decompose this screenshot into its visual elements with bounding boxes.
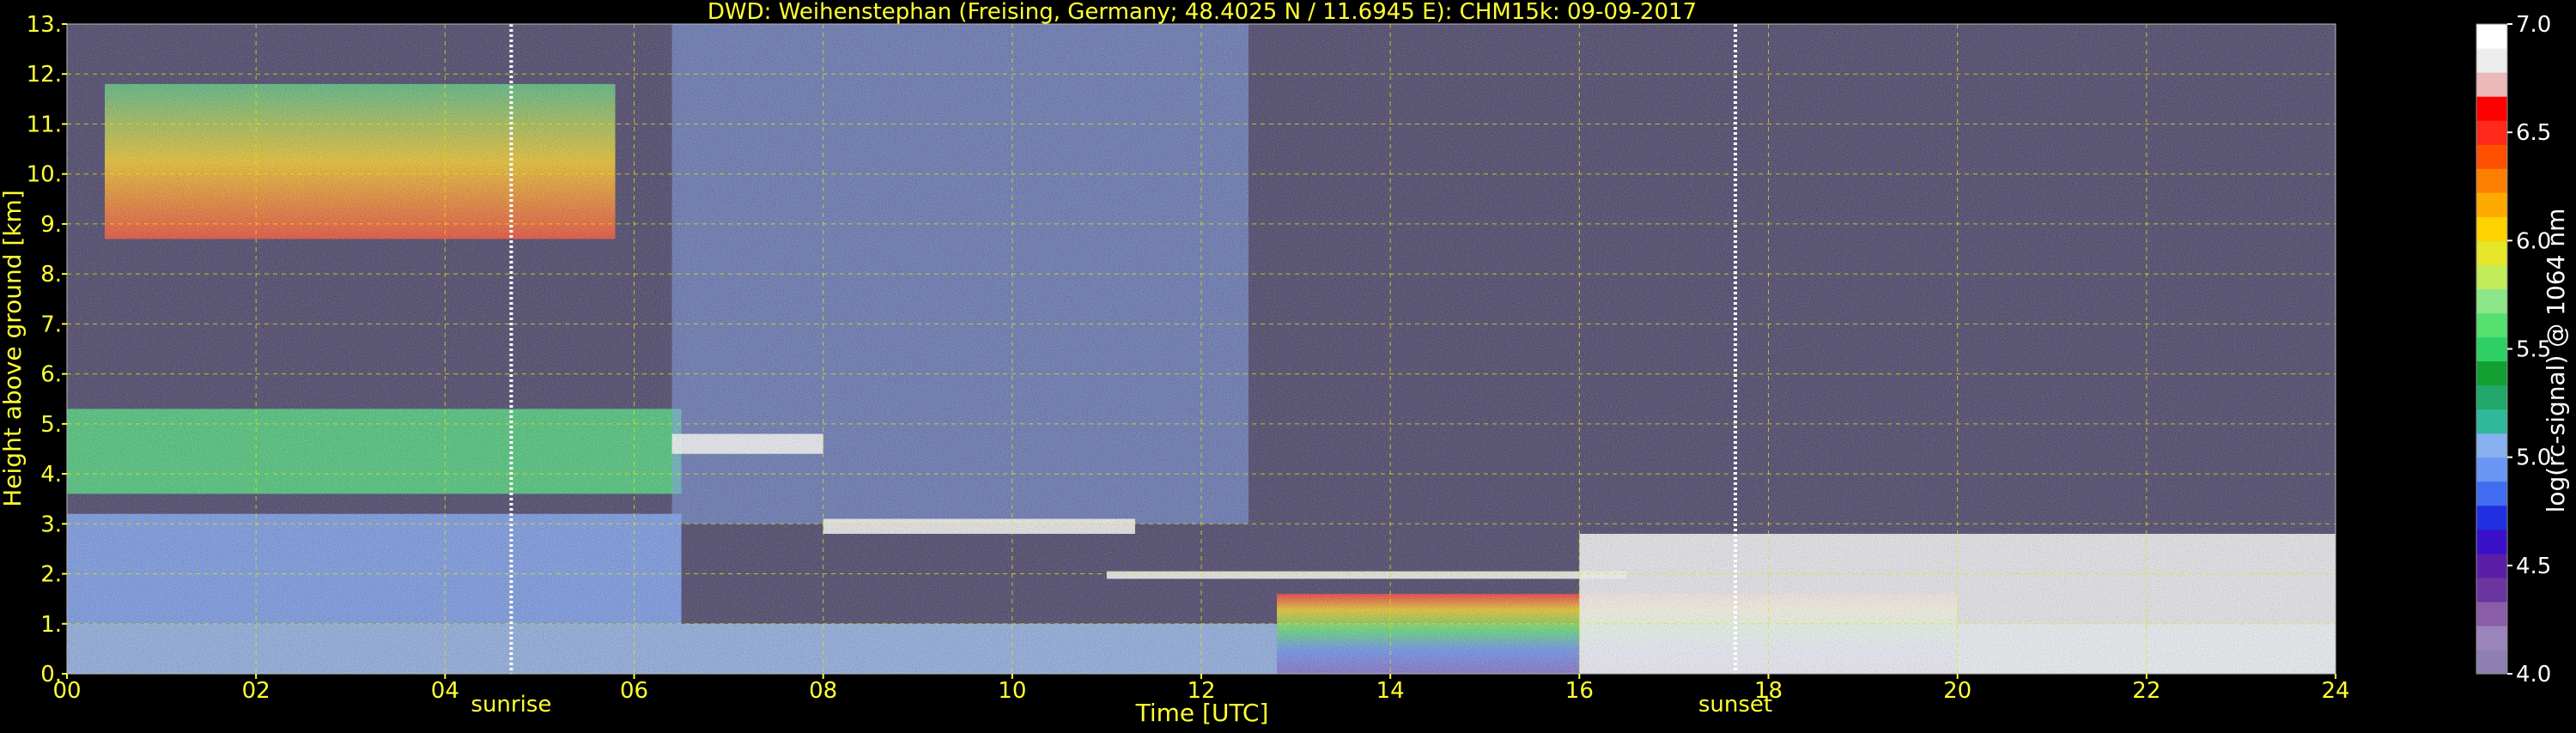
colorbar-swatch	[2476, 312, 2507, 338]
y-tick-label: 9.	[40, 212, 62, 238]
y-tick-label: 13.	[27, 12, 62, 38]
y-tick-label: 10.	[27, 162, 62, 188]
y-tick-label: 8.	[40, 262, 62, 288]
colorbar-swatch	[2476, 649, 2507, 675]
x-tick-label: 06	[620, 678, 648, 704]
ceilometer-chart: DWD: Weihenstephan (Freising, Germany; 4…	[0, 0, 2576, 730]
colorbar-swatch	[2476, 24, 2507, 49]
y-axis: 0. 1. 2. 3. 4. 5. 6. 7. 8. 9. 10. 11. 12. 13.	[27, 12, 67, 688]
chart-title: DWD: Weihenstephan (Freising, Germany; 4…	[708, 0, 1697, 25]
colorbar-swatch	[2476, 360, 2507, 386]
colorbar-tick-label: 7.0	[2516, 12, 2551, 38]
colorbar-label: log(rc-signal) @ 1064 nm	[2542, 209, 2570, 513]
y-axis-label: Height above ground [km]	[0, 190, 27, 507]
colorbar-swatch	[2476, 601, 2507, 627]
sunrise-label: sunrise	[471, 692, 551, 718]
colorbar-swatch	[2476, 577, 2507, 603]
colorbar-swatch	[2476, 72, 2507, 97]
colorbar-swatch	[2476, 529, 2507, 554]
colorbar-swatch	[2476, 192, 2507, 217]
colorbar-swatch	[2476, 48, 2507, 73]
colorbar: 4.04.55.05.56.06.57.0	[2476, 12, 2551, 688]
colorbar-swatch	[2476, 457, 2507, 482]
colorbar-swatch	[2476, 168, 2507, 193]
chart-svg: DWD: Weihenstephan (Freising, Germany; 4…	[0, 0, 2570, 727]
y-tick-label: 6.	[40, 362, 62, 388]
y-tick-label: 5.	[40, 412, 62, 438]
y-tick-label: 0.	[40, 662, 62, 688]
colorbar-swatch	[2476, 553, 2507, 579]
y-tick-label: 2.	[40, 562, 62, 588]
colorbar-swatch	[2476, 385, 2507, 410]
colorbar-swatch	[2476, 264, 2507, 290]
x-tick-label: 10	[998, 678, 1026, 704]
colorbar-swatch	[2476, 216, 2507, 241]
colorbar-swatch	[2476, 96, 2507, 121]
colorbar-swatch	[2476, 433, 2507, 458]
colorbar-tick-label: 6.5	[2516, 120, 2551, 146]
x-tick-label: 14	[1376, 678, 1405, 704]
colorbar-swatch	[2476, 481, 2507, 506]
plot-area	[67, 24, 2336, 674]
colorbar-tick-label: 4.0	[2516, 662, 2551, 688]
colorbar-swatch	[2476, 144, 2507, 169]
y-tick-label: 7.	[40, 312, 62, 337]
colorbar-swatch	[2476, 288, 2507, 314]
colorbar-swatch	[2476, 409, 2507, 434]
colorbar-swatch	[2476, 505, 2507, 530]
sunset-label: sunset	[1698, 692, 1772, 718]
colorbar-swatch	[2476, 336, 2507, 362]
y-tick-label: 11.	[27, 112, 62, 137]
y-tick-label: 3.	[40, 512, 62, 537]
x-tick-label: 16	[1565, 678, 1594, 704]
y-tick-label: 12.	[27, 62, 62, 88]
y-tick-label: 1.	[40, 612, 62, 638]
x-axis-label: Time [UTC]	[1135, 699, 1269, 727]
colorbar-swatch	[2476, 120, 2507, 145]
y-tick-label: 4.	[40, 462, 62, 488]
colorbar-swatch	[2476, 625, 2507, 651]
x-tick-label: 08	[809, 678, 837, 704]
x-tick-label: 24	[2321, 678, 2349, 704]
colorbar-swatch	[2476, 240, 2507, 265]
colorbar-tick-label: 4.5	[2516, 554, 2551, 579]
x-tick-label: 22	[2132, 678, 2160, 704]
x-tick-label: 20	[1943, 678, 1971, 704]
x-tick-label: 04	[431, 678, 459, 704]
x-tick-label: 02	[242, 678, 270, 704]
